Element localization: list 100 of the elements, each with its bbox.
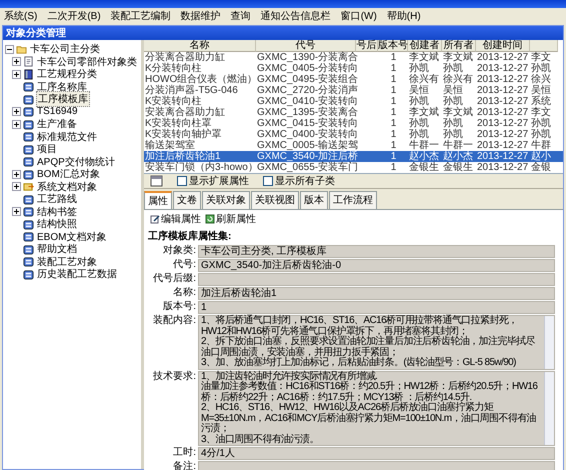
- table-cell-text: 吴恒: [408, 85, 429, 96]
- table-row[interactable]: 分装消声器-T5G-046 GXMC_2720-分装消声 1 吴恒 吴恒 2013-12-27 吴恒: [144, 85, 563, 96]
- database-icon: [23, 194, 34, 205]
- menu-item[interactable]: 数据维护: [180, 9, 221, 23]
- table-row[interactable]: 安装车门锁（内3-howo）GXMC_0655-安装车门 1 金银生 金银生 2013-12-27 金银: [144, 162, 563, 173]
- column-header[interactable]: 创建者: [408, 40, 442, 52]
- table-cell-text: 1: [390, 118, 398, 129]
- tree-item[interactable]: 工序名称库: [36, 80, 88, 94]
- checkbox[interactable]: [263, 176, 273, 186]
- menu-item[interactable]: 系统(S): [4, 9, 38, 23]
- table-row[interactable]: 安装离合器助力缸 GXMC_1395-安装离合 1 李文斌 李文斌 2013-12-27 李文: [144, 107, 563, 118]
- database-icon: [23, 81, 34, 92]
- table-cell-text: 赵小杰: [442, 151, 474, 162]
- tab[interactable]: 版本: [300, 191, 328, 209]
- table-cell: GXMC_1395-安装离合: [256, 107, 356, 118]
- table-row[interactable]: HOWO组合仪表（燃油）GXMC_0495-安装组合 1 徐兴有 徐兴有 2013-12-27 徐兴: [144, 74, 563, 85]
- table-row[interactable]: K安装转向柱罩 GXMC_0415-安装转向 1 孙凯 孙凯 2013-12-27 孙凯: [144, 118, 563, 129]
- table-cell-text: 2013-12-27: [476, 85, 530, 96]
- tree-item[interactable]: 项目: [36, 142, 58, 156]
- checkbox-label[interactable]: 显示所有子类: [275, 174, 335, 188]
- tree-item[interactable]: 系统文档对象: [36, 180, 98, 194]
- expander-icon[interactable]: [12, 57, 21, 66]
- text-area[interactable]: 1、将后桥通气口封闭，HC16、ST16、AC16桥可用拉带将通气口拉紧封死，HW12和HW16桥可先将通气口保护罩拆下，再用堵塞将其封闭； 2、拆下放油口油塞，反照要求设置油轮加注量后加注后桥齿轮油，加注完毕拭尽油口周围油渍，安装油塞，并用扭力扳手紧固； 3、加、放油塞均打上加油标记，后粘贴油封条。(齿轮油型号：GL-5 85w/90): [198, 315, 555, 370]
- table-cell: GXMC_0005-输送架驾: [256, 140, 356, 151]
- tree-item[interactable]: 生产准备: [36, 117, 78, 132]
- expander-icon[interactable]: [12, 120, 21, 129]
- expander-icon[interactable]: [12, 182, 21, 192]
- tab[interactable]: 关联视图: [251, 191, 299, 209]
- table-cell: GXMC_0410-安装转向: [256, 96, 356, 107]
- tree-item[interactable]: 工艺规程分类: [36, 67, 98, 82]
- toolbar-button[interactable]: 刷新属性: [205, 212, 256, 226]
- input-field[interactable]: 4分/1人: [198, 447, 555, 460]
- table-cell-text: 安装离合器助力缸: [144, 107, 226, 118]
- tab[interactable]: 属性: [144, 191, 172, 209]
- input-field[interactable]: 加注后桥齿轮油1: [198, 287, 555, 300]
- tree-item[interactable]: APQP交付物统计: [36, 154, 116, 169]
- menu-item[interactable]: 帮助(H): [386, 9, 421, 23]
- column-header[interactable]: 代号: [256, 40, 356, 52]
- checkbox[interactable]: [177, 176, 187, 186]
- column-header[interactable]: 所有者: [442, 40, 476, 52]
- table-row[interactable]: K安装转向轴护罩 GXMC_0400-安装转向 1 孙凯 孙凯 2013-12-27 孙凯: [144, 129, 563, 140]
- toolbar-button[interactable]: 编辑属性: [150, 212, 201, 226]
- tree-item[interactable]: 结构快照: [36, 217, 78, 232]
- tree-item[interactable]: 工艺路线: [36, 192, 78, 206]
- menu-item[interactable]: 窗口(W): [340, 9, 377, 23]
- table-row[interactable]: K安装转向柱 GXMC_0410-安装转向 1 孙凯 孙凯 2013-12-27 系统: [144, 96, 563, 107]
- input-field[interactable]: 1: [198, 301, 555, 314]
- input-field[interactable]: GXMC_3540-加注后桥齿轮油-0: [198, 259, 555, 272]
- table-cell-text: 徐兴有: [442, 74, 474, 85]
- table-row[interactable]: 输送架驾室 GXMC_0005-输送架驾 1 牛群一 牛群一 2013-12-27 牛群: [144, 140, 563, 151]
- expander-icon[interactable]: [12, 170, 21, 179]
- tree-item[interactable]: 帮助文档: [36, 242, 78, 256]
- menu-item[interactable]: 二次开发(B): [47, 9, 101, 23]
- tree-item[interactable]: 装配工艺对象: [36, 254, 98, 269]
- database-icon: [23, 268, 34, 280]
- menu-item[interactable]: 查询: [230, 9, 251, 23]
- input-field[interactable]: 卡车公司主分类, 工序模板库: [198, 245, 555, 258]
- database-icon: [23, 118, 34, 130]
- table-cell: GXMC_2720-分装消声: [256, 85, 356, 96]
- tree-item[interactable]: BOM汇总对象: [36, 167, 101, 182]
- tab[interactable]: 文卷: [173, 191, 201, 209]
- expander-icon[interactable]: [5, 44, 14, 54]
- table-row[interactable]: 加注后桥齿轮油1 GXMC_3540-加注后桥 1 赵小杰 赵小杰 2013-12-27 赵小: [144, 151, 563, 162]
- window-icon[interactable]: [150, 175, 163, 187]
- database-icon: [23, 131, 34, 142]
- tree-item[interactable]: EBOM文档对象: [36, 230, 108, 244]
- tree-item[interactable]: 工序模板库: [36, 91, 90, 108]
- expander-icon[interactable]: [12, 207, 21, 216]
- expander-icon[interactable]: [12, 107, 21, 116]
- database-icon: [23, 156, 34, 168]
- table-cell-text: 2013-12-27: [476, 151, 530, 162]
- book-icon: [23, 68, 34, 80]
- table-row[interactable]: 分装离合器助力缸 GXMC_1390-分装离合 1 李文斌 李文斌 2013-12-27 李文: [144, 52, 563, 63]
- tree-item[interactable]: 卡车公司主分类: [29, 42, 101, 56]
- edit-icon: [150, 214, 160, 224]
- column-header[interactable]: 名称: [144, 40, 256, 52]
- tree-item[interactable]: 标准规范文件: [36, 130, 98, 144]
- table-cell-text: 孙凯: [442, 63, 463, 74]
- column-header[interactable]: 号后: [356, 40, 378, 52]
- column-header[interactable]: 创建时间: [476, 40, 530, 52]
- table-cell-text: 孙凯: [530, 63, 552, 74]
- table-cell: GXMC_0655-安装车门: [256, 162, 356, 173]
- tree-item[interactable]: 卡车公司零部件对象类: [36, 54, 138, 69]
- expander-icon[interactable]: [12, 70, 21, 79]
- tab[interactable]: 工作流程: [329, 191, 377, 209]
- tree-item[interactable]: 结构书签: [36, 204, 78, 219]
- checkbox-label[interactable]: 显示扩展属性: [189, 174, 249, 188]
- tab[interactable]: 关联对象: [202, 191, 250, 209]
- table-row[interactable]: K分装转向柱 GXMC_0405-分装转向 1 孙凯 孙凯 2013-12-27 孙凯: [144, 63, 563, 74]
- table-cell-text: 1: [390, 140, 398, 151]
- horizontal-scrollbar[interactable]: [144, 173, 563, 174]
- tree-item[interactable]: 历史装配工艺数据: [36, 267, 118, 282]
- column-header[interactable]: 版本号: [378, 40, 408, 52]
- text-area[interactable]: 1、加注齿轮油时允许按实际情况有所增减. 油量加注参考数值：HC16和ST16桥：约20.5升；HW12桥：后桥约20.5升；HW16桥：后桥约22升；AC16桥：约17.5升；MCY13桥 ：后桥约14.5升. 2、HC16、ST16、HW12、HW16以及AC26桥后桥放油口油塞拧紧力矩M=35±10N.m，AC16和MCY后桥油塞拧紧力矩M=100±10N.m，油口周围不得有油污渍； 3、油口周围不得有油污渍。: [198, 370, 555, 446]
- menu-item[interactable]: 装配工艺编制: [110, 9, 171, 23]
- table-cell-text: 孙凯: [530, 118, 552, 129]
- tree-item[interactable]: TS16949: [36, 106, 79, 118]
- input-field[interactable]: [198, 273, 555, 286]
- menu-item[interactable]: 通知公告信息栏: [260, 9, 331, 23]
- table-cell-text: 2013-12-27: [476, 107, 530, 118]
